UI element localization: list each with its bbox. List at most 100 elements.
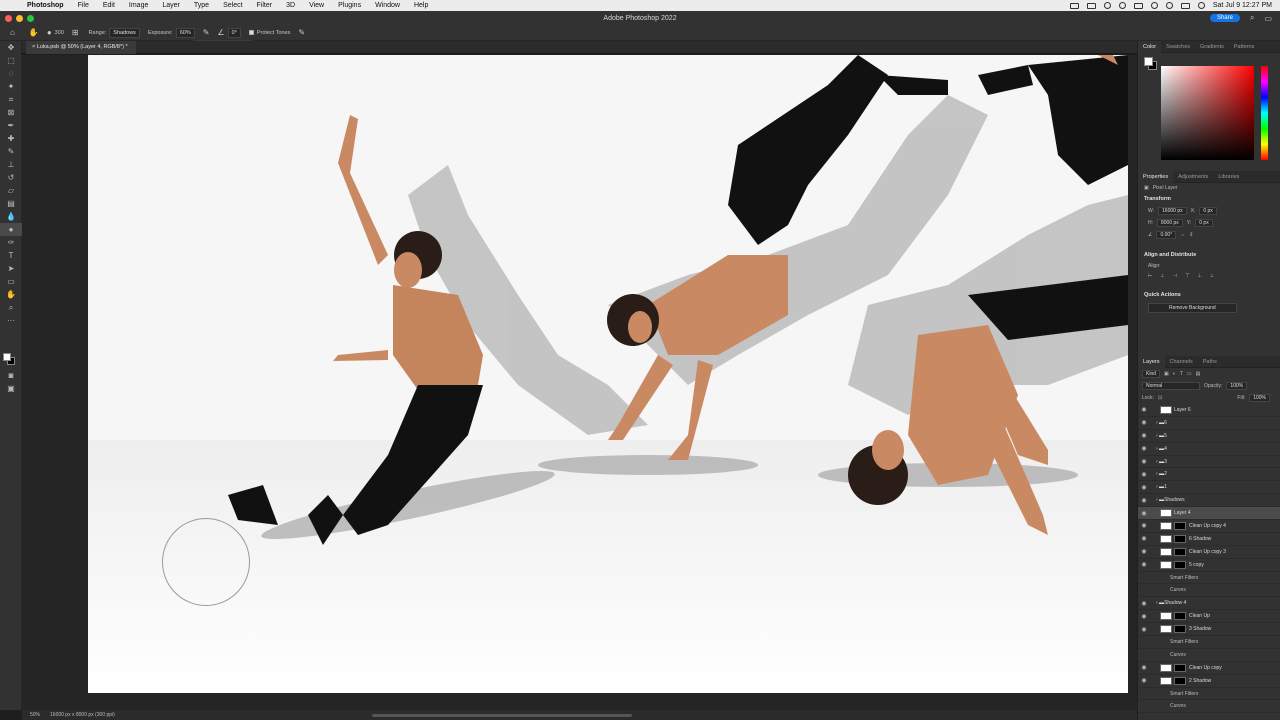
flip-horizontal-icon[interactable]: ⇔ bbox=[1180, 232, 1185, 238]
screen-mode-icon[interactable]: ▣ bbox=[0, 382, 22, 395]
menubar-clock[interactable]: Sat Jul 9 12:27 PM bbox=[1213, 2, 1272, 9]
filter-pixel-icon[interactable]: ▣ bbox=[1164, 371, 1169, 377]
foreground-swatch[interactable] bbox=[1144, 57, 1153, 66]
quick-mask-icon[interactable]: ◙ bbox=[0, 369, 22, 382]
layer-row[interactable]: Smart Filters bbox=[1138, 636, 1280, 649]
siri-icon[interactable] bbox=[1197, 2, 1205, 9]
zoom-tool-icon[interactable]: ⌕ bbox=[0, 301, 22, 314]
workspace-icon[interactable]: ▭ bbox=[1264, 14, 1272, 23]
menu-help[interactable]: Help bbox=[407, 0, 435, 11]
layer-row[interactable]: ◉ 2 Shadow bbox=[1138, 675, 1280, 688]
crop-tool-icon[interactable]: ⌗ bbox=[0, 93, 22, 106]
layer-row[interactable]: ◉ Clean Up bbox=[1138, 610, 1280, 624]
eraser-tool-icon[interactable]: ▱ bbox=[0, 184, 22, 197]
bluetooth-icon[interactable] bbox=[1118, 2, 1126, 9]
layer-row[interactable]: ◉ › ▬ 1 bbox=[1138, 481, 1280, 495]
tab-layers[interactable]: Layers bbox=[1138, 355, 1165, 368]
layer-row[interactable]: ◉ › ▬ 3 bbox=[1138, 456, 1280, 469]
tab-channels[interactable]: Channels bbox=[1165, 356, 1198, 368]
tab-patterns[interactable]: Patterns bbox=[1229, 41, 1259, 53]
filter-adjust-icon[interactable]: ◐ bbox=[1173, 371, 1176, 377]
close-tab-icon[interactable]: × bbox=[32, 44, 35, 50]
tab-libraries[interactable]: Libraries bbox=[1213, 171, 1244, 183]
layer-row[interactable]: Curves bbox=[1138, 649, 1280, 662]
align-middle-icon[interactable]: ⊥ bbox=[1197, 273, 1201, 279]
color-picker-field[interactable] bbox=[1161, 66, 1254, 160]
layer-row[interactable]: Curves bbox=[1138, 584, 1280, 598]
minimize-window-icon[interactable] bbox=[16, 14, 23, 22]
layer-mask-thumbnail[interactable] bbox=[1174, 560, 1186, 569]
visibility-eye-icon[interactable]: ◉ bbox=[1138, 548, 1150, 555]
history-brush-tool-icon[interactable]: ↺ bbox=[0, 171, 22, 184]
tab-paths[interactable]: Paths bbox=[1198, 356, 1222, 368]
menu-filter[interactable]: Filter bbox=[250, 0, 280, 11]
document-size[interactable]: 16000 px x 8000 px (300 ppi) bbox=[50, 712, 115, 718]
layer-row[interactable]: ◉ › ▬ 6 bbox=[1138, 417, 1280, 430]
brush-settings-icon[interactable]: ⊞ bbox=[72, 28, 79, 37]
layer-mask-thumbnail[interactable] bbox=[1174, 663, 1186, 672]
visibility-eye-icon[interactable]: ◉ bbox=[1138, 535, 1150, 542]
align-bottom-icon[interactable]: ⊥ bbox=[1210, 273, 1214, 279]
protect-tones-checkbox[interactable] bbox=[248, 30, 254, 35]
align-top-icon[interactable]: ⊤ bbox=[1185, 273, 1189, 279]
menu-image[interactable]: Image bbox=[122, 0, 155, 11]
lasso-tool-icon[interactable]: ◌ bbox=[0, 67, 22, 80]
clone-stamp-tool-icon[interactable]: ⊥ bbox=[0, 158, 22, 171]
layer-mask-thumbnail[interactable] bbox=[1174, 676, 1186, 685]
layer-row[interactable]: ◉ Clean Up copy 3 bbox=[1138, 546, 1280, 559]
menu-layer[interactable]: Layer bbox=[155, 0, 187, 11]
visibility-eye-icon[interactable]: ◉ bbox=[1138, 445, 1150, 452]
zoom-level[interactable]: 50% bbox=[30, 712, 40, 718]
layer-mask-thumbnail[interactable] bbox=[1174, 612, 1186, 621]
folder-icon[interactable]: › ▬ bbox=[1156, 484, 1164, 490]
tab-properties[interactable]: Properties bbox=[1138, 170, 1174, 183]
visibility-eye-icon[interactable]: ◉ bbox=[1138, 497, 1150, 504]
menu-window[interactable]: Window bbox=[368, 0, 407, 11]
folder-icon[interactable]: › ▬ bbox=[1156, 446, 1164, 452]
wifi-icon[interactable] bbox=[1150, 2, 1158, 9]
battery-icon[interactable] bbox=[1133, 2, 1143, 9]
visibility-eye-icon[interactable]: ◉ bbox=[1138, 471, 1150, 478]
layer-row[interactable]: ◉ › ▬ Shadows bbox=[1138, 494, 1280, 508]
menu-edit[interactable]: Edit bbox=[96, 0, 122, 11]
layer-row[interactable]: ◉ Clean Up copy 4 bbox=[1138, 520, 1280, 533]
creative-cloud-icon[interactable] bbox=[1086, 2, 1096, 9]
width-input[interactable]: 16000 px bbox=[1158, 207, 1187, 215]
airbrush-icon[interactable]: ✎ bbox=[203, 28, 210, 37]
layer-row[interactable]: ◉ 5 copy bbox=[1138, 559, 1280, 572]
x-input[interactable]: 0 px bbox=[1199, 207, 1217, 215]
tab-color[interactable]: Color bbox=[1138, 41, 1162, 53]
type-tool-icon[interactable]: T bbox=[0, 249, 22, 262]
dodge-tool-icon[interactable]: ● bbox=[0, 223, 22, 236]
layer-mask-thumbnail[interactable] bbox=[1174, 534, 1186, 543]
folder-icon[interactable]: › ▬ bbox=[1156, 420, 1164, 426]
image-canvas[interactable] bbox=[88, 55, 1128, 693]
menu-photoshop[interactable]: Photoshop bbox=[20, 0, 71, 11]
moon-icon[interactable] bbox=[1103, 2, 1111, 9]
search-icon[interactable] bbox=[1165, 2, 1173, 9]
angle-input[interactable]: 0.00° bbox=[1156, 231, 1177, 239]
visibility-eye-icon[interactable]: ◉ bbox=[1138, 613, 1150, 620]
layer-row[interactable]: ◉ Clean Up copy bbox=[1138, 662, 1280, 675]
lock-icon[interactable]: ⊡ bbox=[1158, 395, 1162, 401]
search-icon[interactable]: ⌕ bbox=[1250, 13, 1254, 23]
layer-row[interactable]: ◉ › ▬ Shadow 4 bbox=[1138, 597, 1280, 611]
layer-filter-select[interactable]: Kind bbox=[1142, 370, 1161, 378]
hand-tool-icon[interactable]: ✋ bbox=[0, 288, 22, 301]
visibility-eye-icon[interactable]: ◉ bbox=[1138, 522, 1150, 529]
align-center-icon[interactable]: ⊥ bbox=[1160, 273, 1164, 279]
folder-icon[interactable]: › ▬ bbox=[1156, 497, 1164, 503]
layer-row[interactable]: Curves bbox=[1138, 700, 1280, 714]
visibility-eye-icon[interactable]: ◉ bbox=[1138, 419, 1150, 426]
tab-adjustments[interactable]: Adjustments bbox=[1173, 171, 1213, 183]
share-button[interactable]: Share bbox=[1209, 14, 1240, 22]
opacity-input[interactable]: 100% bbox=[1226, 382, 1248, 390]
path-select-tool-icon[interactable]: ➤ bbox=[0, 262, 22, 275]
visibility-eye-icon[interactable]: ◉ bbox=[1138, 664, 1150, 671]
quick-select-tool-icon[interactable]: ✦ bbox=[0, 80, 22, 93]
menu-type[interactable]: Type bbox=[187, 0, 216, 11]
visibility-eye-icon[interactable]: ◉ bbox=[1138, 510, 1150, 517]
layer-mask-thumbnail[interactable] bbox=[1174, 521, 1186, 530]
pen-tool-icon[interactable]: ✑ bbox=[0, 236, 22, 249]
quick-actions-title[interactable]: Quick Actions bbox=[1138, 289, 1280, 301]
